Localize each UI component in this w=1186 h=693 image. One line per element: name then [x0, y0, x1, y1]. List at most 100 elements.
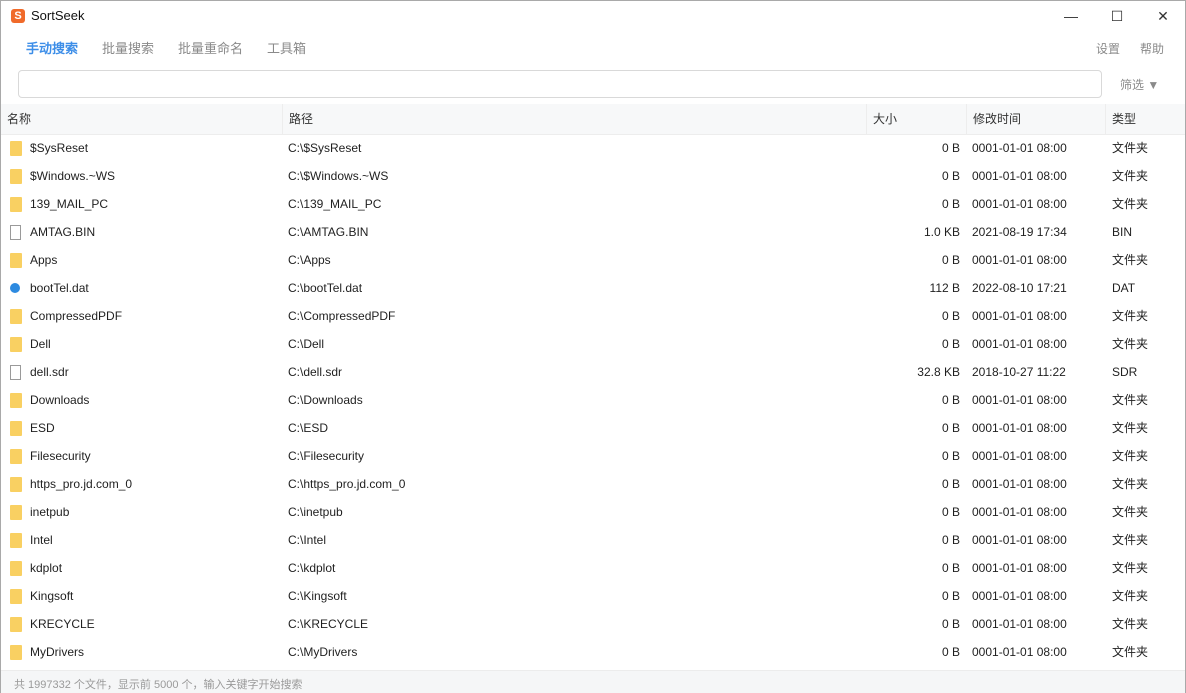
file-path: C:\https_pro.jd.com_0 — [288, 477, 406, 491]
folder-icon — [10, 533, 22, 548]
status-text: 共 1997332 个文件，显示前 5000 个，输入关键字开始搜索 — [14, 679, 303, 691]
filter-dropdown[interactable]: 筛选 ▼ — [1120, 76, 1159, 93]
settings-link[interactable]: 设置 — [1096, 40, 1120, 57]
folder-icon — [10, 617, 22, 632]
file-name: dell.sdr — [30, 365, 69, 379]
file-modified-time: 0001-01-01 08:00 — [972, 533, 1067, 547]
tab-manual-search[interactable]: 手动搜索 — [26, 38, 78, 57]
table-row[interactable]: inetpub C:\inetpub 0 B 0001-01-01 08:00 文件夹 — [1, 498, 1185, 526]
file-icon — [10, 225, 21, 240]
folder-icon — [10, 253, 22, 268]
search-input[interactable] — [18, 70, 1102, 98]
file-name: bootTel.dat — [30, 281, 89, 295]
file-type: BIN — [1112, 225, 1133, 239]
column-header-type[interactable]: 类型 — [1105, 104, 1185, 134]
folder-icon — [10, 141, 22, 156]
file-name: CompressedPDF — [30, 309, 123, 323]
folder-icon — [10, 589, 22, 604]
file-modified-time: 2022-08-10 17:21 — [972, 281, 1067, 295]
file-modified-time: 0001-01-01 08:00 — [972, 449, 1067, 463]
folder-icon — [10, 309, 22, 324]
file-path: C:\bootTel.dat — [288, 281, 363, 295]
file-type: 文件夹 — [1112, 309, 1149, 323]
file-modified-time: 0001-01-01 08:00 — [972, 197, 1067, 211]
file-modified-time: 2018-10-27 11:22 — [972, 365, 1066, 379]
file-path: C:\ESD — [288, 421, 329, 435]
file-type: 文件夹 — [1112, 393, 1149, 407]
file-type: 文件夹 — [1112, 449, 1149, 463]
file-path: C:\139_MAIL_PC — [288, 197, 382, 211]
column-header-modified[interactable]: 修改时间 — [966, 104, 1105, 134]
file-size: 32.8 KB — [917, 365, 960, 379]
tab-toolbox[interactable]: 工具箱 — [267, 38, 306, 57]
file-name: 139_MAIL_PC — [30, 197, 109, 211]
status-bar: 共 1997332 个文件，显示前 5000 个，输入关键字开始搜索 — [1, 670, 1185, 693]
file-size: 0 B — [941, 561, 960, 575]
table-row[interactable]: $Windows.~WS C:\$Windows.~WS 0 B 0001-01-01… — [1, 162, 1185, 190]
minimize-button[interactable]: — — [1048, 1, 1094, 31]
table-row[interactable]: ESD C:\ESD 0 B 0001-01-01 08:00 文件夹 — [1, 414, 1185, 442]
maximize-button[interactable]: ☐ — [1094, 1, 1140, 31]
close-button[interactable]: ✕ — [1140, 1, 1186, 31]
table-row[interactable]: $SysReset C:\$SysReset 0 B 0001-01-01 08:00… — [1, 134, 1185, 162]
file-type: 文件夹 — [1112, 197, 1149, 211]
file-size: 0 B — [941, 309, 960, 323]
file-type: SDR — [1112, 365, 1138, 379]
column-header-name[interactable]: 名称 — [1, 104, 282, 134]
file-type: 文件夹 — [1112, 253, 1149, 267]
folder-icon — [10, 449, 22, 464]
table-row[interactable]: KRECYCLE C:\KRECYCLE 0 B 0001-01-01 08:00 文件… — [1, 610, 1185, 638]
file-modified-time: 0001-01-01 08:00 — [972, 253, 1067, 267]
file-size: 0 B — [941, 589, 960, 603]
file-path: C:\Intel — [288, 533, 327, 547]
table-row[interactable]: 139_MAIL_PC C:\139_MAIL_PC 0 B 0001-01-01 0… — [1, 190, 1185, 218]
table-row[interactable]: AMTAG.BIN C:\AMTAG.BIN 1.0 KB 2021-08-19 17… — [1, 218, 1185, 246]
table-row[interactable]: Downloads C:\Downloads 0 B 0001-01-01 08:00… — [1, 386, 1185, 414]
file-path: C:\$SysReset — [288, 141, 362, 155]
file-size: 0 B — [941, 421, 960, 435]
file-size: 0 B — [941, 449, 960, 463]
file-name: Filesecurity — [30, 449, 91, 463]
table-row[interactable]: Kingsoft C:\Kingsoft 0 B 0001-01-01 08:00 文件… — [1, 582, 1185, 610]
file-size: 0 B — [941, 505, 960, 519]
file-path: C:\kdplot — [288, 561, 336, 575]
table-row[interactable]: Dell C:\Dell 0 B 0001-01-01 08:00 文件夹 — [1, 330, 1185, 358]
tab-batch-rename[interactable]: 批量重命名 — [178, 38, 243, 57]
column-header-path[interactable]: 路径 — [282, 104, 866, 134]
table-row[interactable]: Filesecurity C:\Filesecurity 0 B 0001-01-01… — [1, 442, 1185, 470]
title-bar: S SortSeek — ☐ ✕ — [1, 1, 1185, 31]
help-link[interactable]: 帮助 — [1140, 40, 1164, 57]
column-header-size[interactable]: 大小 — [866, 104, 966, 134]
file-name: $SysReset — [30, 141, 89, 155]
file-type: 文件夹 — [1112, 169, 1149, 183]
file-modified-time: 0001-01-01 08:00 — [972, 505, 1067, 519]
table-row[interactable]: Apps C:\Apps 0 B 0001-01-01 08:00 文件夹 — [1, 246, 1185, 274]
file-size: 0 B — [941, 337, 960, 351]
file-modified-time: 0001-01-01 08:00 — [972, 141, 1067, 155]
table-row[interactable]: https_pro.jd.com_0 C:\https_pro.jd.com_0 0… — [1, 470, 1185, 498]
file-name: MyDrivers — [30, 645, 84, 659]
file-path: C:\Downloads — [288, 393, 363, 407]
file-size: 0 B — [941, 477, 960, 491]
file-modified-time: 2021-08-19 17:34 — [972, 225, 1067, 239]
file-size: 0 B — [941, 617, 960, 631]
table-row[interactable]: kdplot C:\kdplot 0 B 0001-01-01 08:00 文件夹 — [1, 554, 1185, 582]
file-path: C:\AMTAG.BIN — [288, 225, 369, 239]
file-icon — [10, 365, 21, 380]
file-name: Apps — [30, 253, 58, 267]
file-path: C:\Filesecurity — [288, 449, 365, 463]
table-row[interactable]: bootTel.dat C:\bootTel.dat 112 B 2022-08-10… — [1, 274, 1185, 302]
file-name: KRECYCLE — [30, 617, 95, 631]
file-name: inetpub — [30, 505, 70, 519]
file-modified-time: 0001-01-01 08:00 — [972, 337, 1067, 351]
table-row[interactable]: Intel C:\Intel 0 B 0001-01-01 08:00 文件夹 — [1, 526, 1185, 554]
table-row[interactable]: MyDrivers C:\MyDrivers 0 B 0001-01-01 08:00… — [1, 638, 1185, 666]
dat-file-icon — [10, 283, 20, 293]
table-row[interactable]: dell.sdr C:\dell.sdr 32.8 KB 2018-10-27 11:… — [1, 358, 1185, 386]
file-modified-time: 0001-01-01 08:00 — [972, 309, 1067, 323]
file-name: AMTAG.BIN — [30, 225, 96, 239]
table-row[interactable]: CompressedPDF C:\CompressedPDF 0 B 0001-01-… — [1, 302, 1185, 330]
file-type: 文件夹 — [1112, 421, 1149, 435]
tab-batch-search[interactable]: 批量搜索 — [102, 38, 154, 57]
file-type: 文件夹 — [1112, 337, 1149, 351]
